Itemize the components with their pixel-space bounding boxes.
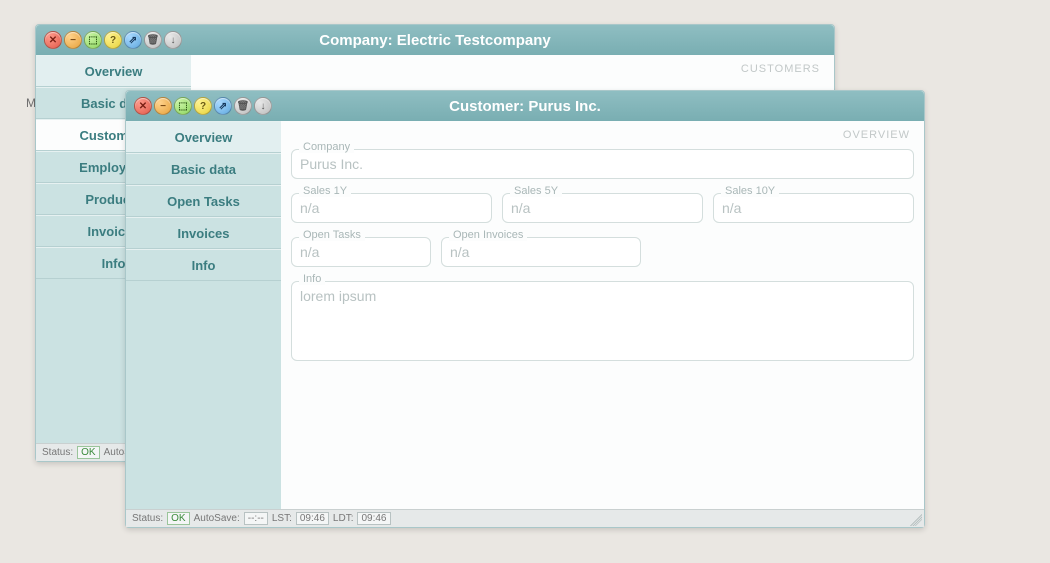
help-icon[interactable]: ? (104, 31, 122, 49)
autosave-value: --:-- (244, 512, 268, 525)
minimize-icon[interactable]: − (154, 97, 172, 115)
sidebar-item-overview[interactable]: Overview (126, 121, 281, 153)
field-openinvoices: Open Invoices n/a (441, 237, 641, 267)
statusbar-customer: Status: OK AutoSave: --:-- LST: 09:46 LD… (126, 509, 924, 527)
status-value: OK (77, 446, 99, 459)
field-value[interactable]: n/a (502, 193, 703, 223)
field-company: Company Purus Inc. (291, 149, 914, 179)
titlebar-buttons: ✕ − ⬚ ? ⇗ 🗑 ↓ (134, 97, 272, 115)
sidebar-item-opentasks[interactable]: Open Tasks (126, 185, 281, 217)
field-label: Sales 10Y (721, 185, 779, 197)
popout-icon[interactable]: ⇗ (124, 31, 142, 49)
section-label: CUSTOMERS (741, 63, 820, 75)
field-sales10y: Sales 10Y n/a (713, 193, 914, 223)
sidebar-item-overview[interactable]: Overview (36, 55, 191, 87)
field-value[interactable]: n/a (441, 237, 641, 267)
trash-icon[interactable]: 🗑 (234, 97, 252, 115)
field-label: Sales 1Y (299, 185, 351, 197)
autosave-label: AutoSave: (194, 513, 240, 524)
resize-grip[interactable] (910, 514, 922, 526)
sidebar-item-invoices[interactable]: Invoices (126, 217, 281, 249)
save-icon[interactable]: ⬚ (174, 97, 192, 115)
minimize-icon[interactable]: − (64, 31, 82, 49)
ldt-value: 09:46 (357, 512, 390, 525)
titlebar-buttons: ✕ − ⬚ ? ⇗ 🗑 ↓ (44, 31, 182, 49)
field-sales1y: Sales 1Y n/a (291, 193, 492, 223)
sidebar-customer: Overview Basic data Open Tasks Invoices … (126, 121, 281, 509)
titlebar-company[interactable]: ✕ − ⬚ ? ⇗ 🗑 ↓ Company: Electric Testcomp… (36, 25, 834, 55)
close-icon[interactable]: ✕ (44, 31, 62, 49)
field-value[interactable]: lorem ipsum (291, 281, 914, 361)
status-label: Status: (42, 447, 73, 458)
status-label: Status: (132, 513, 163, 524)
field-value[interactable]: n/a (291, 193, 492, 223)
help-icon[interactable]: ? (194, 97, 212, 115)
main-customer: OVERVIEW Company Purus Inc. Sales 1Y n/a… (281, 121, 924, 509)
lst-label: LST: (272, 513, 292, 524)
sidebar-item-info[interactable]: Info (126, 249, 281, 281)
field-info: Info lorem ipsum (291, 281, 914, 361)
field-label: Sales 5Y (510, 185, 562, 197)
field-label: Company (299, 141, 354, 153)
field-value[interactable]: Purus Inc. (291, 149, 914, 179)
window-customer: ✕ − ⬚ ? ⇗ 🗑 ↓ Customer: Purus Inc. Overv… (125, 90, 925, 528)
field-sales5y: Sales 5Y n/a (502, 193, 703, 223)
save-icon[interactable]: ⬚ (84, 31, 102, 49)
close-icon[interactable]: ✕ (134, 97, 152, 115)
field-label: Open Invoices (449, 229, 527, 241)
titlebar-customer[interactable]: ✕ − ⬚ ? ⇗ 🗑 ↓ Customer: Purus Inc. (126, 91, 924, 121)
field-label: Open Tasks (299, 229, 365, 241)
down-icon[interactable]: ↓ (164, 31, 182, 49)
field-opentasks: Open Tasks n/a (291, 237, 431, 267)
down-icon[interactable]: ↓ (254, 97, 272, 115)
field-label: Info (299, 273, 325, 285)
section-label: OVERVIEW (843, 129, 910, 141)
sidebar-item-basicdata[interactable]: Basic data (126, 153, 281, 185)
field-value[interactable]: n/a (713, 193, 914, 223)
ldt-label: LDT: (333, 513, 354, 524)
trash-icon[interactable]: 🗑 (144, 31, 162, 49)
lst-value: 09:46 (296, 512, 329, 525)
popout-icon[interactable]: ⇗ (214, 97, 232, 115)
status-value: OK (167, 512, 189, 525)
field-value[interactable]: n/a (291, 237, 431, 267)
